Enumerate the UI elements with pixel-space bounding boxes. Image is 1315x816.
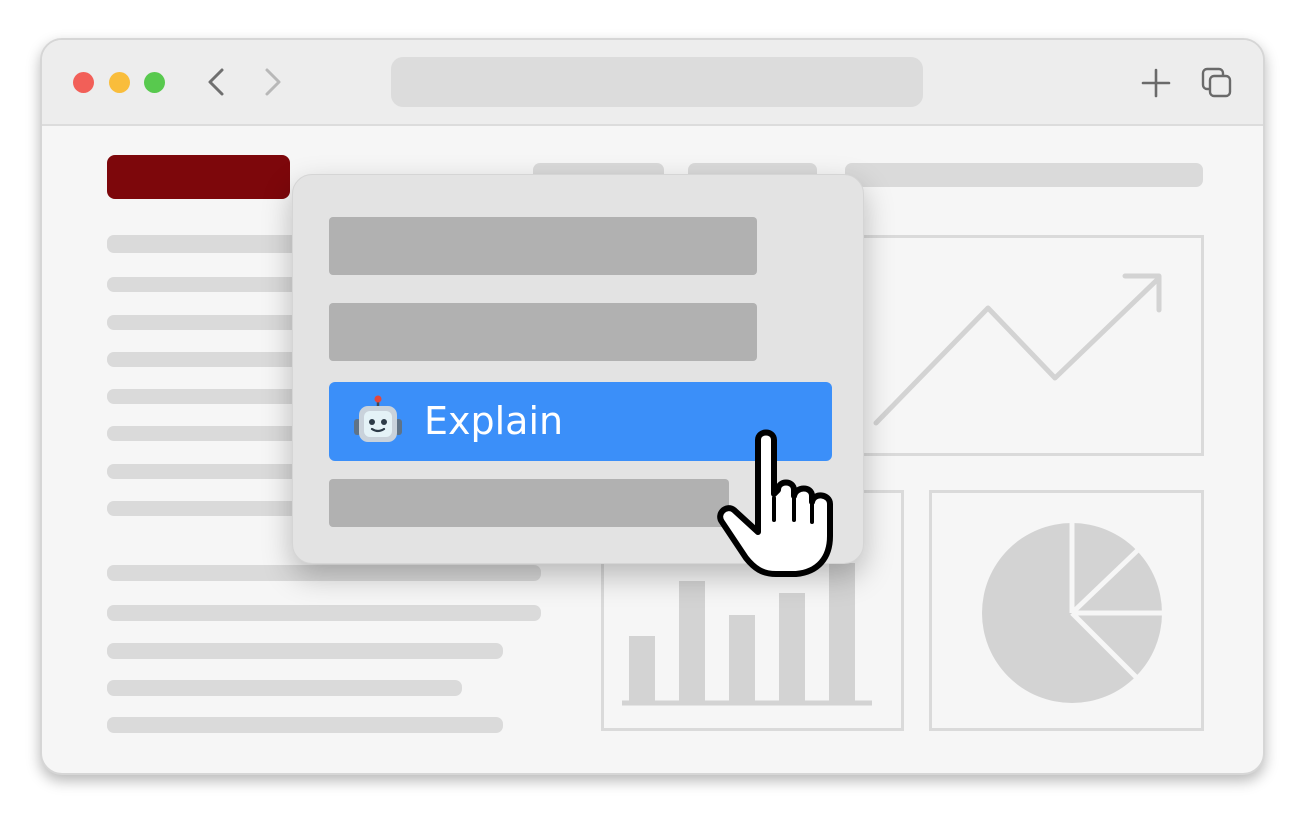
text-line-placeholder xyxy=(107,389,307,404)
top-nav-placeholder xyxy=(845,163,1203,187)
line-chart-card xyxy=(857,235,1204,456)
text-line-placeholder xyxy=(107,605,541,621)
title-bar xyxy=(42,40,1263,126)
explain-label: Explain xyxy=(424,399,564,443)
menu-item-placeholder[interactable] xyxy=(329,479,729,527)
address-bar[interactable] xyxy=(391,57,923,107)
stage: Explain xyxy=(0,0,1315,816)
line-chart-icon xyxy=(873,273,1162,426)
text-line-placeholder xyxy=(107,277,307,292)
text-line-placeholder xyxy=(107,426,307,441)
chevron-left-icon[interactable] xyxy=(202,66,232,98)
text-line-placeholder xyxy=(107,315,307,330)
text-line-placeholder xyxy=(107,501,307,516)
text-line-placeholder xyxy=(107,680,462,696)
menu-item-placeholder[interactable] xyxy=(329,217,757,275)
text-line-placeholder xyxy=(107,352,307,367)
close-window-button[interactable] xyxy=(73,72,94,93)
zoom-window-button[interactable] xyxy=(144,72,165,93)
robot-icon xyxy=(354,395,402,442)
hand-pointer-icon xyxy=(717,429,833,577)
minimize-window-button[interactable] xyxy=(109,72,130,93)
text-line-placeholder xyxy=(107,565,541,581)
brand-logo-placeholder xyxy=(107,155,290,199)
text-line-placeholder xyxy=(107,717,503,733)
menu-item-placeholder[interactable] xyxy=(329,303,757,361)
pie-chart-card xyxy=(929,490,1204,731)
text-line-placeholder xyxy=(107,643,503,659)
text-line-placeholder xyxy=(107,235,307,253)
plus-icon[interactable] xyxy=(1139,66,1173,100)
text-line-placeholder xyxy=(107,464,307,479)
chevron-right-icon[interactable] xyxy=(257,66,287,98)
tabs-icon[interactable] xyxy=(1200,66,1234,100)
pie-chart-icon xyxy=(982,513,1167,703)
